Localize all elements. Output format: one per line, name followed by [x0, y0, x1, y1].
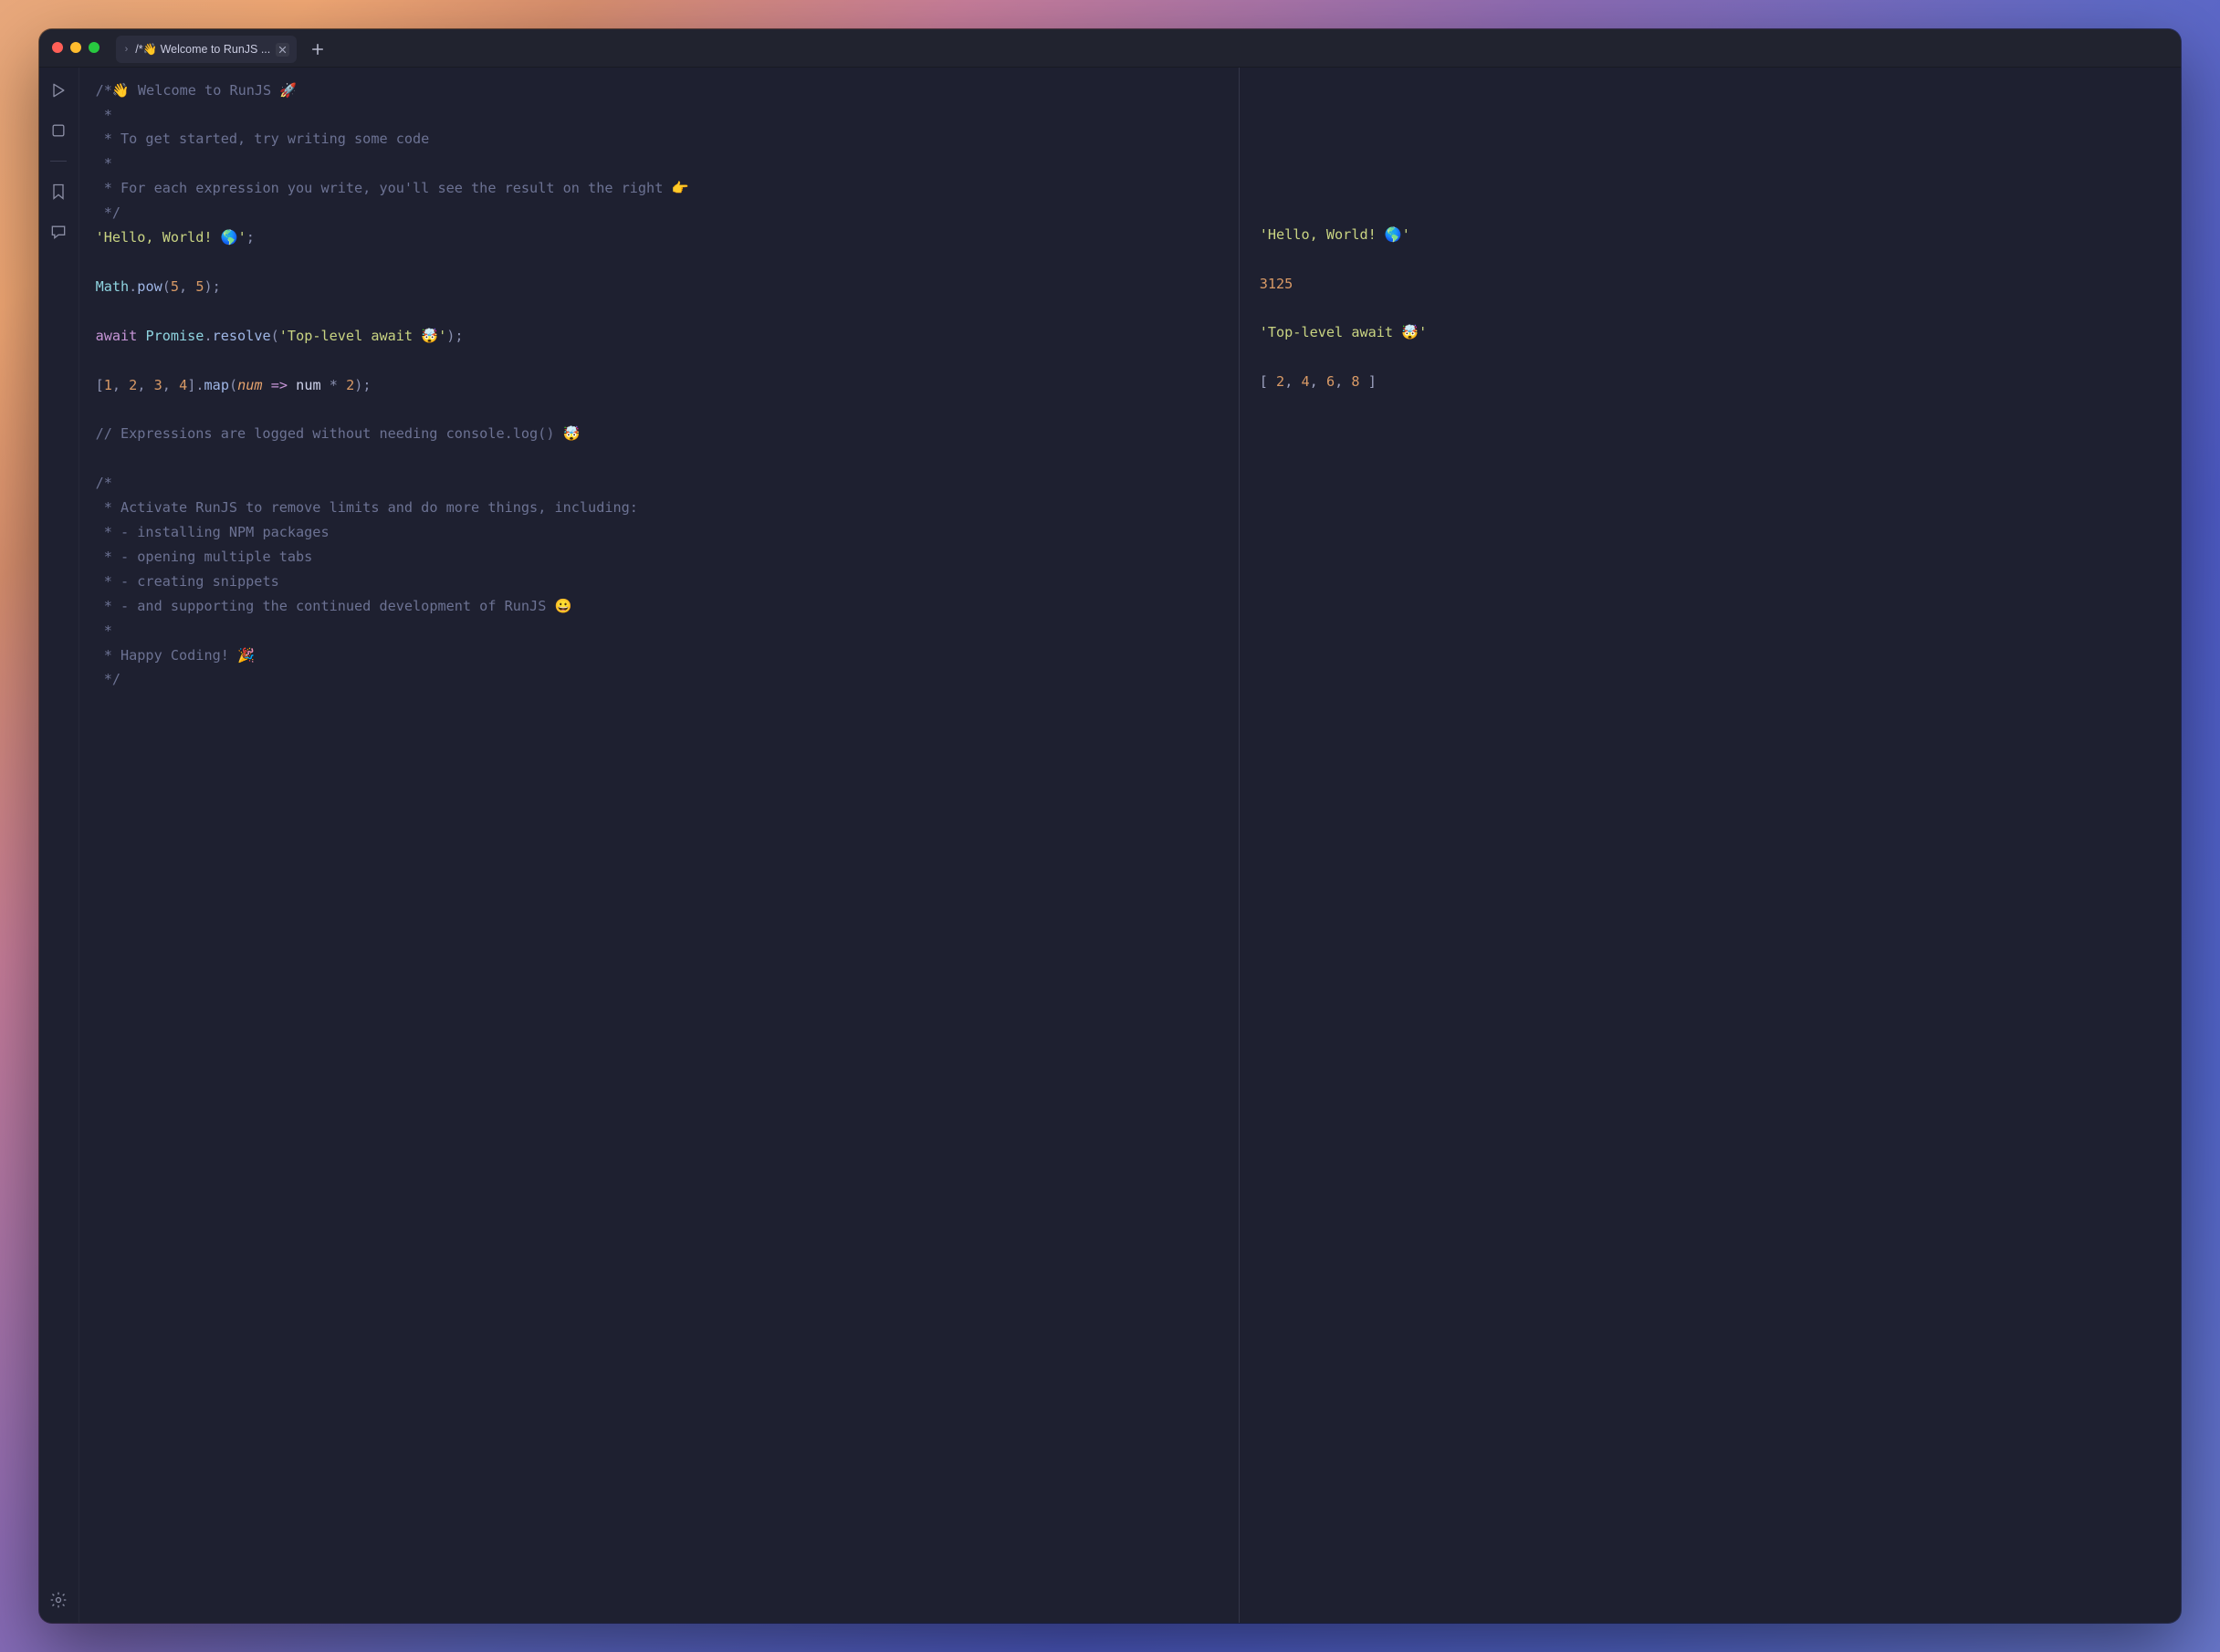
output-token: ] [1360, 373, 1377, 390]
code-token: ); [354, 377, 371, 393]
code-token: map [204, 377, 229, 393]
code-token: 5 [195, 278, 204, 295]
code-token: 2 [346, 377, 354, 393]
output-token: , [1310, 373, 1326, 390]
sidebar [39, 68, 79, 1624]
window-maximize-button[interactable] [89, 42, 99, 53]
code-token: , [179, 278, 195, 295]
code-token: * - opening multiple tabs [96, 549, 313, 565]
code-token [288, 377, 296, 393]
tab-title: /*👋 Welcome to RunJS ... [135, 43, 270, 57]
output-token: 'Top-level await 🤯' [1260, 324, 1428, 340]
code-token: ( [162, 278, 171, 295]
output-pane: 'Hello, World! 🌎' 3125 'Top-level await 🤯'… [1240, 68, 2182, 1624]
code-token: [ [96, 377, 104, 393]
code-token: => [271, 377, 288, 393]
code-token: ( [271, 328, 279, 344]
code-token: 2 [129, 377, 137, 393]
code-token: num [296, 377, 320, 393]
code-token: ; [246, 229, 255, 246]
code-token: , [162, 377, 179, 393]
output-token: 4 [1301, 373, 1309, 390]
editor-pane[interactable]: /*👋 Welcome to RunJS 🚀 * * To get starte… [79, 68, 1240, 1624]
code-token: * For each expression you write, you'll … [96, 180, 689, 196]
code-token: pow [137, 278, 162, 295]
feedback-icon[interactable] [48, 222, 68, 242]
output-token: 3125 [1260, 276, 1293, 292]
code-token: // Expressions are logged without needin… [96, 425, 581, 442]
code-token: 1 [104, 377, 112, 393]
output-line: [ 2, 4, 6, 8 ] [1260, 370, 2162, 394]
run-icon[interactable] [48, 80, 68, 100]
code-token: num [237, 377, 262, 393]
window-close-button[interactable] [52, 42, 63, 53]
code-token [321, 377, 330, 393]
sidebar-divider [50, 161, 67, 162]
code-token: , [112, 377, 129, 393]
titlebar: › /*👋 Welcome to RunJS ... [39, 29, 2182, 68]
panes: /*👋 Welcome to RunJS 🚀 * * To get starte… [79, 68, 2182, 1624]
output-token: 'Hello, World! 🌎' [1260, 226, 1410, 243]
code-token: * [330, 377, 346, 393]
code-token: 'Top-level await 🤯' [279, 328, 447, 344]
code-token: */ [96, 671, 120, 687]
output-lines: 'Hello, World! 🌎' 3125 'Top-level await 🤯'… [1260, 223, 2162, 395]
new-tab-button[interactable] [304, 36, 331, 63]
output-line: 'Hello, World! 🌎' [1260, 223, 2162, 247]
tab-close-button[interactable] [276, 43, 289, 57]
code-token: ]. [187, 377, 204, 393]
output-token: 8 [1351, 373, 1359, 390]
output-line: 'Top-level await 🤯' [1260, 320, 2162, 345]
code-token: */ [96, 204, 120, 221]
code-token [263, 377, 271, 393]
code-token: * [96, 107, 112, 123]
code-token: /*👋 Welcome to RunJS 🚀 [96, 82, 298, 99]
output-line: 3125 [1260, 272, 2162, 297]
code-token: Math [96, 278, 130, 295]
code-token: * To get started, try writing some code [96, 131, 430, 147]
code-token: * - and supporting the continued develop… [96, 598, 572, 614]
code-token: 3 [154, 377, 162, 393]
output-token: 6 [1326, 373, 1335, 390]
code-token: resolve [213, 328, 271, 344]
code-token: * Activate RunJS to remove limits and do… [96, 499, 638, 516]
stop-icon[interactable] [48, 120, 68, 141]
app-window: › /*👋 Welcome to RunJS ... [39, 29, 2182, 1624]
code-token: . [129, 278, 137, 295]
code-token: ); [204, 278, 221, 295]
code-token: ( [229, 377, 237, 393]
settings-icon[interactable] [48, 1590, 68, 1610]
code-token: Promise [145, 328, 204, 344]
code-token: * [96, 622, 112, 639]
traffic-lights [52, 42, 99, 53]
tabs: › /*👋 Welcome to RunJS ... [116, 29, 332, 67]
window-minimize-button[interactable] [70, 42, 81, 53]
output-token: [ [1260, 373, 1276, 390]
code-token: * Happy Coding! 🎉 [96, 647, 255, 664]
code-token: 'Hello, World! 🌎' [96, 229, 246, 246]
code-token: . [204, 328, 212, 344]
body: /*👋 Welcome to RunJS 🚀 * * To get starte… [39, 68, 2182, 1624]
output-token: , [1284, 373, 1301, 390]
code-token: * - installing NPM packages [96, 524, 330, 540]
chevron-right-icon: › [125, 44, 129, 55]
code-token: * [96, 155, 112, 172]
code-token: * - creating snippets [96, 573, 279, 590]
tab-active[interactable]: › /*👋 Welcome to RunJS ... [116, 36, 298, 63]
output-token: 2 [1276, 373, 1284, 390]
code-token: /* [96, 475, 112, 491]
output-token: , [1335, 373, 1351, 390]
code-token: , [137, 377, 153, 393]
code-token: ); [446, 328, 463, 344]
code-token: 4 [179, 377, 187, 393]
code-token: await [96, 328, 138, 344]
bookmark-icon[interactable] [48, 182, 68, 202]
editor-code[interactable]: /*👋 Welcome to RunJS 🚀 * * To get starte… [96, 78, 1222, 693]
code-token: 5 [171, 278, 179, 295]
